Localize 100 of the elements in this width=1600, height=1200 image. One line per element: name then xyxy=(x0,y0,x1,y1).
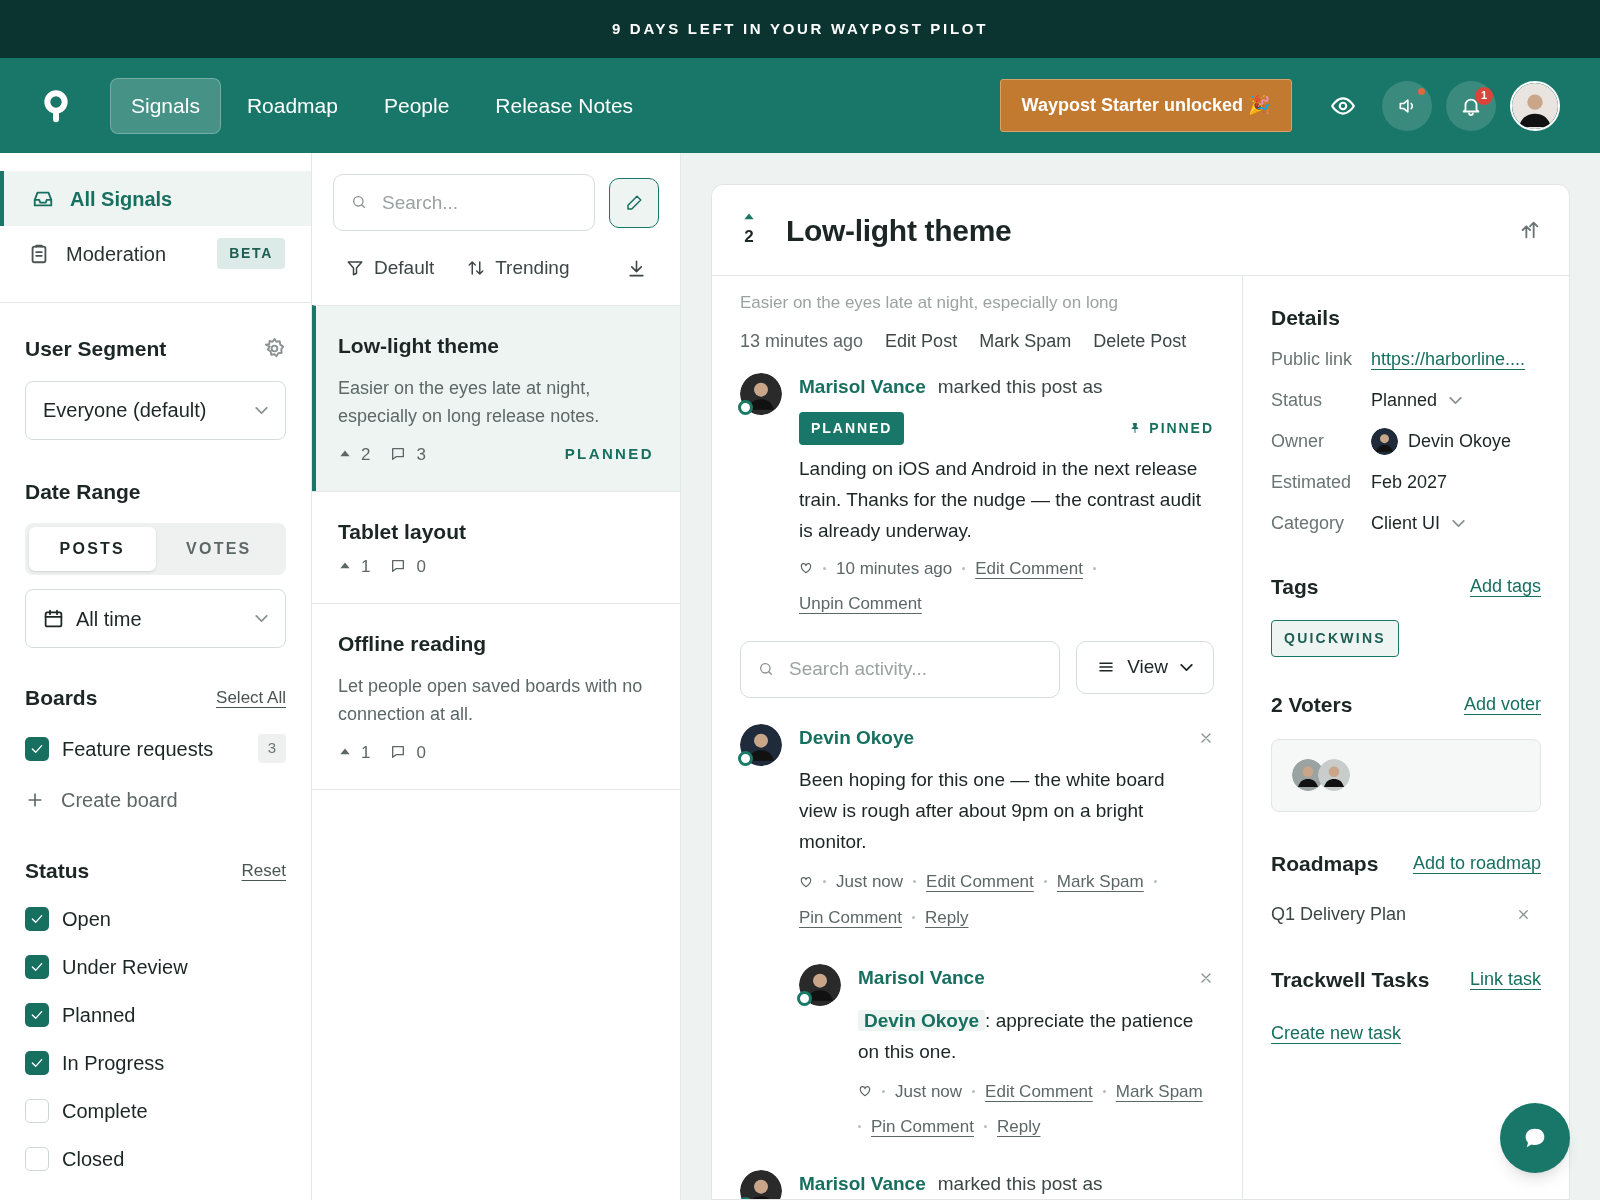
like-button[interactable] xyxy=(799,561,813,576)
checkbox[interactable] xyxy=(25,736,49,761)
post-card[interactable]: Low-light theme Easier on the eyes late at night, especially on long release notes. 2 3 PLANNED xyxy=(312,305,680,491)
tag-chip[interactable]: QUICKWINS xyxy=(1271,620,1399,657)
create-task-link[interactable]: Create new task xyxy=(1271,1019,1402,1047)
comment-action-link[interactable]: Reply xyxy=(925,904,969,930)
author-name[interactable]: Marisol Vance xyxy=(799,373,926,402)
heart-icon xyxy=(799,874,813,889)
search-field[interactable]: Search... xyxy=(333,174,595,231)
section-link[interactable]: Add voter xyxy=(1463,691,1541,719)
comment-action-link[interactable]: Pin Comment xyxy=(871,1114,974,1140)
nav-tab[interactable]: Signals xyxy=(110,77,221,134)
comment-action-link[interactable]: Edit Comment xyxy=(975,555,1083,581)
status-label: Complete xyxy=(62,1099,148,1124)
comment-action-link[interactable]: Pin Comment xyxy=(799,904,902,930)
view-dropdown[interactable]: View xyxy=(1076,640,1214,694)
checkbox[interactable] xyxy=(25,1147,49,1171)
profile-avatar[interactable] xyxy=(1510,80,1560,131)
upvote-button[interactable]: 2 xyxy=(740,210,758,250)
post-action-link[interactable]: Delete Post xyxy=(1093,328,1187,355)
toggle-option[interactable]: POSTS xyxy=(29,527,156,571)
section-heading: 2 Voters xyxy=(1271,692,1353,718)
section-link[interactable]: Add tags xyxy=(1469,572,1541,600)
comment-action-link[interactable]: Mark Spam xyxy=(1056,869,1144,895)
like-button[interactable] xyxy=(799,874,813,889)
author-name[interactable]: Marisol Vance xyxy=(799,1170,926,1199)
notification-count: 1 xyxy=(1475,86,1493,105)
segment-dropdown[interactable]: Everyone (default) xyxy=(25,380,286,440)
pencil-icon xyxy=(625,193,643,212)
activity-text: marked this post as xyxy=(937,1172,1103,1197)
comment-action-link[interactable]: Edit Comment xyxy=(926,869,1034,895)
mention-chip[interactable]: Devin Okoye xyxy=(858,1009,986,1031)
nav-tab[interactable]: Roadmap xyxy=(226,77,358,134)
status-label: Open xyxy=(62,907,111,932)
activity-text: marked this post as xyxy=(937,375,1103,399)
sidebar-nav-item[interactable]: All Signals xyxy=(0,171,311,226)
sort-button[interactable]: Trending xyxy=(467,253,570,283)
comment-time: Just now xyxy=(895,1080,963,1103)
post-description: Easier on the eyes late at night, especially on long release notes. xyxy=(338,376,601,428)
section-link[interactable]: Reset xyxy=(241,857,286,883)
comment-action-link[interactable]: Mark Spam xyxy=(1115,1078,1203,1104)
author-name[interactable]: Marisol Vance xyxy=(858,964,985,993)
status-label: Planned xyxy=(62,1003,136,1028)
post-title: Offline reading xyxy=(338,631,488,657)
section-heading: Date Range xyxy=(25,478,142,505)
comment-action-link[interactable]: Reply xyxy=(997,1114,1041,1140)
detail-dropdown[interactable]: Client UI xyxy=(1371,509,1541,537)
nav-tab[interactable]: Release Notes xyxy=(475,77,654,134)
heart-icon xyxy=(858,1084,872,1099)
avatar-icon xyxy=(740,1169,782,1199)
checkbox[interactable] xyxy=(25,1051,49,1075)
new-post-button[interactable] xyxy=(609,177,659,228)
author-name[interactable]: Devin Okoye xyxy=(799,723,915,752)
chevron-down-icon xyxy=(255,406,268,414)
date-range-dropdown[interactable]: All time xyxy=(25,589,286,648)
section-link[interactable]: Select All xyxy=(216,685,286,711)
comment-count: 0 xyxy=(416,741,426,764)
checkbox[interactable] xyxy=(25,955,49,979)
chevron-down-icon xyxy=(1452,519,1466,527)
comment-action-link[interactable]: Edit Comment xyxy=(985,1078,1093,1104)
post-card[interactable]: Offline reading Let people open saved boards with no connection at all. 1 0 xyxy=(312,603,680,789)
online-status-icon xyxy=(797,991,812,1006)
notifications-button[interactable]: 1 xyxy=(1446,80,1496,131)
upgrade-button[interactable]: Waypost Starter unlocked 🎉 xyxy=(999,79,1292,132)
section-link[interactable]: Add to roadmap xyxy=(1412,849,1541,877)
owner-name[interactable]: Devin Okoye xyxy=(1408,427,1512,455)
section-heading: Tags xyxy=(1271,573,1319,600)
activity-search-field[interactable]: Search activity... xyxy=(740,640,1061,698)
comment-body: Devin Okoye : appreciate the patience on this one. xyxy=(858,1008,1195,1064)
comment-icon xyxy=(390,558,407,575)
comment-action-link[interactable]: Unpin Comment xyxy=(799,591,922,617)
create-board-button[interactable]: Create board xyxy=(25,784,286,815)
post-time: 13 minutes ago xyxy=(740,330,864,353)
section-heading: Status xyxy=(25,857,90,884)
comment-body: Landing on iOS and Android in the next release train. Thanks for the nudge — the contrast audit is already underway. xyxy=(799,456,1203,543)
download-icon[interactable] xyxy=(627,258,646,278)
section-link[interactable]: Link task xyxy=(1469,966,1541,994)
announcements-button[interactable] xyxy=(1382,80,1432,131)
section-heading: Boards xyxy=(25,685,98,711)
post-card[interactable]: Tablet layout 1 0 xyxy=(312,491,680,603)
public-link[interactable]: https://harborline.... xyxy=(1371,345,1541,373)
trial-banner-text: 9 DAYS LEFT IN YOUR WAYPOST PILOT xyxy=(611,18,989,39)
like-button[interactable] xyxy=(858,1084,872,1099)
search-icon xyxy=(351,194,367,210)
close-icon[interactable] xyxy=(1516,907,1531,922)
sidebar-nav-item[interactable]: Moderation BETA xyxy=(0,226,311,281)
avatar-icon xyxy=(740,373,782,415)
calendar-icon xyxy=(43,608,64,629)
post-action-link[interactable]: Mark Spam xyxy=(979,328,1072,355)
nav-tab[interactable]: People xyxy=(363,77,470,134)
post-action-link[interactable]: Edit Post xyxy=(885,328,958,355)
checkbox[interactable] xyxy=(25,907,49,931)
avatar-icon xyxy=(740,723,782,766)
detail-dropdown[interactable]: Planned xyxy=(1371,386,1541,414)
filter-button[interactable]: Default xyxy=(346,253,435,283)
status-label: PLANNED xyxy=(564,444,654,464)
checkbox[interactable] xyxy=(25,1003,49,1027)
avatar-icon xyxy=(1512,82,1558,129)
toggle-option[interactable]: VOTES xyxy=(155,527,282,571)
checkbox[interactable] xyxy=(25,1099,49,1123)
